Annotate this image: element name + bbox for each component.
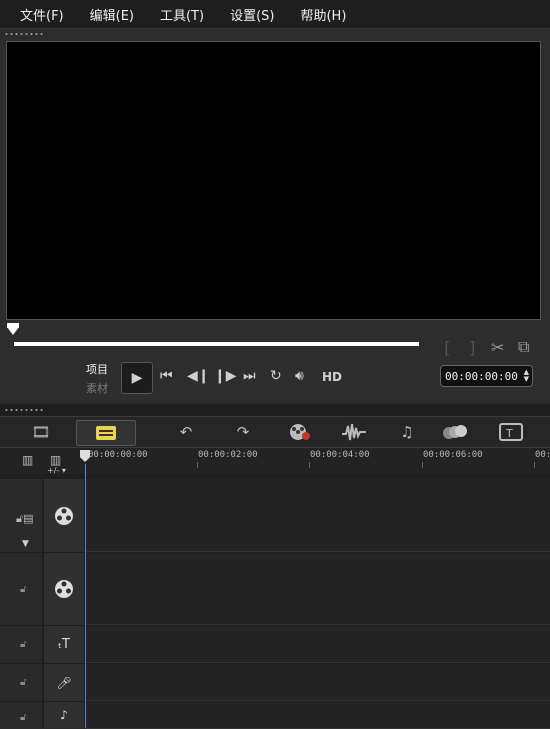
timeline-panel: 🎞︎ ↶ ↷ ♫ T ▥ ▥ +/- ▾ 00:00:00:00 00:00:0… <box>0 404 550 729</box>
repeat-icon[interactable]: ↻ <box>270 368 282 384</box>
subtitle-editor-svg: T <box>499 423 523 441</box>
overlay-track-row[interactable] <box>86 553 550 625</box>
go-to-start-icon[interactable]: ⏮ <box>160 368 173 384</box>
ruler-tick <box>309 462 310 468</box>
timeline-view-button[interactable] <box>76 420 136 446</box>
mark-out-icon[interactable]: ] <box>468 338 478 357</box>
film-reel-icon <box>55 506 73 525</box>
film-reel-icon <box>55 580 73 598</box>
title-track-row[interactable] <box>86 626 550 663</box>
redo-icon[interactable]: ↷ <box>232 420 254 444</box>
project-mode-label[interactable]: 项目 <box>86 361 108 377</box>
ruler-tick <box>422 462 423 468</box>
ruler-tick-label: 00:00:02:00 <box>198 450 258 460</box>
show-all-tracks-icon[interactable]: ▥ <box>22 453 33 467</box>
storyboard-view-button[interactable]: 🎞︎ <box>12 420 70 444</box>
music-track-button[interactable]: ♪ <box>44 702 84 728</box>
lock-icon[interactable]: 🔓︎ <box>20 677 26 688</box>
play-icon: ▶ <box>131 370 143 386</box>
music-track-row[interactable] <box>86 702 550 729</box>
clip-mode-label[interactable]: 素材 <box>86 380 108 396</box>
go-to-end-icon[interactable]: ⏭ <box>243 368 256 384</box>
timecode-field[interactable]: 00:00:00:00 ▲ ▼ <box>440 365 533 387</box>
panel-grip[interactable] <box>4 32 44 36</box>
menu-help[interactable]: 帮助(H) <box>300 5 346 24</box>
timecode-value: 00:00:00:00 <box>445 369 518 383</box>
menu-bar: 文件(F) 编辑(E) 工具(T) 设置(S) 帮助(H) <box>0 0 550 29</box>
motion-tracking-svg <box>443 425 467 439</box>
menu-tools[interactable]: 工具(T) <box>160 5 204 24</box>
undo-icon[interactable]: ↶ <box>175 420 197 444</box>
track-header: 🔓︎ <box>0 664 42 701</box>
voice-track-row[interactable] <box>86 664 550 701</box>
title-track-button[interactable]: ₜT <box>44 626 84 663</box>
ruler-tick <box>197 462 198 468</box>
preview-window <box>6 41 541 320</box>
playhead-line[interactable] <box>85 464 86 728</box>
scrub-bar[interactable] <box>14 342 419 346</box>
timecode-spinner-icon[interactable]: ▲ ▼ <box>524 369 529 383</box>
enlarge-preview-icon[interactable]: ⧉ <box>518 337 529 357</box>
ruler-tick-label: 00:00:04:00 <box>310 450 370 460</box>
ruler-tick-label: 00:00:06:00 <box>423 450 483 460</box>
timeline-view-icon <box>96 426 116 440</box>
auto-music-icon[interactable]: ♫ <box>394 420 420 444</box>
ruler-tick-label: 00:0 <box>535 450 550 460</box>
collapse-arrow-icon[interactable]: ▼ <box>22 539 29 549</box>
motion-tracking-icon[interactable] <box>441 420 469 444</box>
lock-icon[interactable]: 🔓︎ <box>20 639 26 650</box>
track-header: 🔓︎▤ ▼ <box>0 479 42 552</box>
track-manager-icon[interactable]: ▥ <box>50 453 61 467</box>
title-T-icon: ₜT <box>58 637 70 652</box>
previous-frame-icon[interactable]: ◀❙ <box>187 368 210 384</box>
microphone-icon: 🎤︎ <box>56 675 72 690</box>
overlay-track-button[interactable] <box>44 553 84 625</box>
scrub-handle[interactable] <box>7 323 19 335</box>
menu-settings[interactable]: 设置(S) <box>230 5 274 24</box>
sound-mixer-icon[interactable] <box>341 420 367 444</box>
volume-icon[interactable]: 🔊︎ <box>295 368 304 384</box>
ruler-tick <box>534 462 535 468</box>
player-panel: [ ] ✂ ⧉ 项目 素材 ▶ ⏮ ◀❙ ❙▶ ⏭ ↻ 🔊︎ HD 00:00:… <box>0 29 550 402</box>
video-track-button[interactable] <box>44 479 84 552</box>
voice-track-button[interactable]: 🎤︎ <box>44 664 84 701</box>
sound-mixer-svg <box>342 423 366 441</box>
record-capture-svg <box>290 424 310 440</box>
track-header: 🔓︎ <box>0 553 42 625</box>
music-note-icon: ♪ <box>60 708 68 722</box>
track-header: 🔓︎ <box>0 626 42 663</box>
menu-file[interactable]: 文件(F) <box>20 5 64 24</box>
play-button[interactable]: ▶ <box>121 362 153 394</box>
svg-text:T: T <box>505 427 513 440</box>
split-scissors-icon[interactable]: ✂ <box>491 338 504 357</box>
record-capture-icon[interactable] <box>288 420 312 444</box>
hd-preview-toggle[interactable]: HD <box>322 370 342 384</box>
timeline-toolbar: 🎞︎ ↶ ↷ ♫ T <box>0 416 550 448</box>
ruler-tick-label: 00:00:00:00 <box>88 450 148 460</box>
next-frame-icon[interactable]: ❙▶ <box>214 368 237 384</box>
lock-icon[interactable]: 🔓︎ <box>20 712 26 723</box>
mark-in-icon[interactable]: [ <box>442 338 452 357</box>
lock-icon[interactable]: 🔓︎ <box>20 584 26 595</box>
lock-icon[interactable]: 🔓︎▤ <box>16 512 34 526</box>
menu-edit[interactable]: 编辑(E) <box>90 5 134 24</box>
subtitle-editor-icon[interactable]: T <box>498 420 524 444</box>
panel-grip[interactable] <box>4 408 44 412</box>
add-remove-chapter[interactable]: +/- ▾ <box>47 466 66 475</box>
video-track-row[interactable] <box>86 479 550 552</box>
track-header: 🔓︎ <box>0 702 42 728</box>
